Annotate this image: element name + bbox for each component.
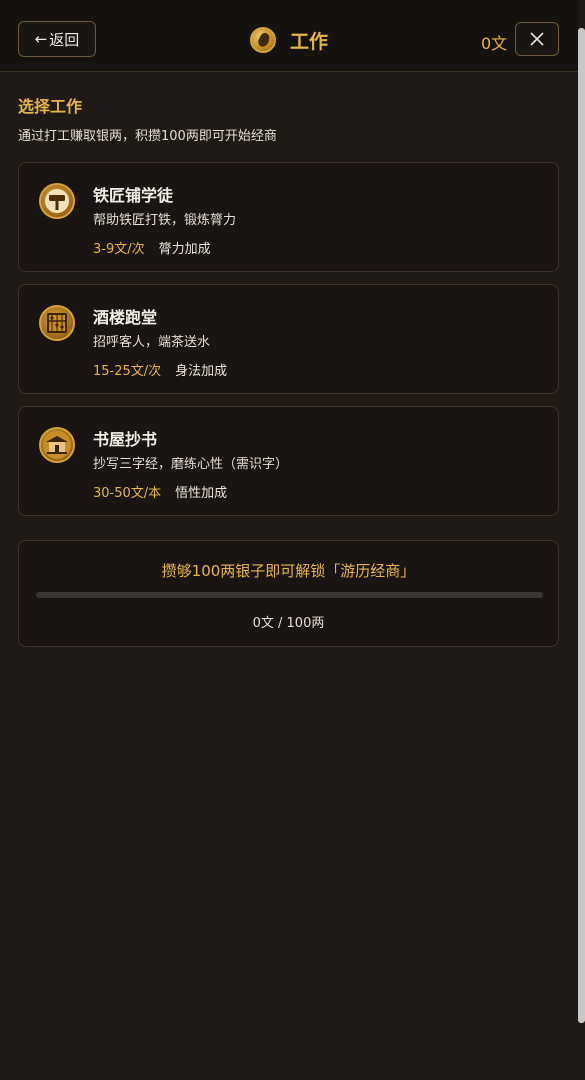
page-title-group: 工作 (250, 26, 328, 54)
job-description: 招呼客人，端茶送水 (93, 335, 211, 350)
bookhouse-icon (39, 427, 75, 463)
job-name: 铁匠铺学徒 (93, 186, 174, 205)
progress-bar (36, 592, 543, 598)
work-icon (250, 27, 276, 53)
section-description: 通过打工赚取银两，积攒100两即可开始经商 (18, 129, 277, 144)
job-card-tavern[interactable]: 酒楼跑堂 招呼客人，端茶送水 15-25文/次 身法加成 (18, 284, 559, 394)
job-name: 酒楼跑堂 (93, 308, 158, 327)
job-pay-row: 15-25文/次 身法加成 (93, 360, 227, 379)
back-button-label: 返回 (49, 30, 80, 49)
job-bonus: 膂力加成 (158, 242, 211, 257)
scrollbar[interactable] (578, 28, 585, 1023)
abacus-icon (39, 305, 75, 341)
job-name: 书屋抄书 (93, 430, 158, 449)
unlock-text: 攒够100两银子即可解锁「游历经商」 (161, 562, 416, 580)
job-pay: 30-50文/本 (93, 486, 162, 501)
job-pay-row: 30-50文/本 悟性加成 (93, 482, 227, 501)
job-pay: 15-25文/次 (93, 364, 162, 379)
back-button[interactable]: ← 返回 (18, 21, 96, 57)
progress-label: 0文 / 100两 (252, 616, 325, 631)
left-arrow-icon: ← (34, 30, 48, 48)
job-description: 抄写三字经，磨练心性（需识字） (93, 457, 289, 472)
money-display: 0文 (481, 34, 508, 53)
job-pay-row: 3-9文/次 膂力加成 (93, 238, 211, 257)
job-pay: 3-9文/次 (93, 242, 145, 257)
page-title: 工作 (290, 30, 329, 53)
job-card-blacksmith[interactable]: 铁匠铺学徒 帮助铁匠打铁，锻炼膂力 3-9文/次 膂力加成 (18, 162, 559, 272)
hammer-icon (39, 183, 75, 219)
job-bonus: 身法加成 (175, 364, 228, 379)
job-description: 帮助铁匠打铁，锻炼膂力 (93, 213, 237, 228)
close-icon (530, 32, 544, 46)
top-bar: ← 返回 工作 0文 (0, 0, 578, 72)
close-button[interactable] (515, 22, 559, 56)
job-card-bookhouse[interactable]: 书屋抄书 抄写三字经，磨练心性（需识字） 30-50文/本 悟性加成 (18, 406, 559, 516)
section-title: 选择工作 (18, 97, 83, 116)
job-bonus: 悟性加成 (175, 486, 228, 501)
unlock-progress-card: 攒够100两银子即可解锁「游历经商」 0文 / 100两 (18, 540, 559, 647)
